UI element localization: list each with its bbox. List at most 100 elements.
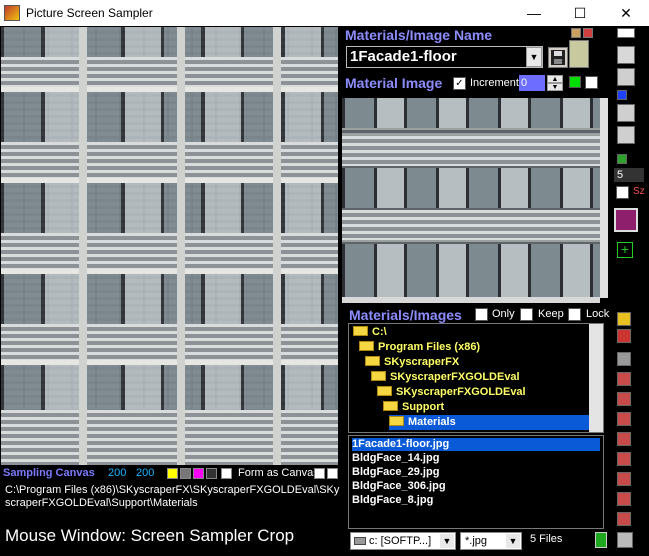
facade-column [273,27,281,465]
spinner-down-icon[interactable]: ▼ [547,83,563,91]
save-icon[interactable] [548,47,568,68]
folder-tree[interactable]: C:\ Program Files (x86) SKyscraperFX SKy… [348,323,604,433]
dropdown-arrow-icon[interactable]: ▼ [526,47,542,67]
edit-icon[interactable] [571,28,581,38]
tool-icon[interactable] [617,392,631,406]
tool-icon[interactable] [617,452,631,466]
drive-select-value: c: [SOFTP...] [369,535,432,547]
settings-icon[interactable] [617,532,633,548]
green-status-icon[interactable] [569,76,581,88]
close-button[interactable]: ✕ [603,0,649,26]
delete-icon[interactable] [583,28,593,38]
film-icon[interactable] [569,40,589,68]
tree-scrollbar[interactable] [589,324,603,432]
file-count: 5 Files [530,533,563,545]
tree-item[interactable]: SKyscraperFXGOLDEval [371,370,520,385]
tool-icon[interactable] [617,432,631,446]
dropdown-arrow-icon[interactable]: ▼ [506,534,520,548]
tree-item-label: SKyscraperFX [384,356,460,368]
minimize-button[interactable]: — [511,0,557,26]
extension-select-value: *.jpg [465,535,488,547]
new-icon[interactable] [617,28,635,38]
tool-icon[interactable] [617,492,631,506]
sampling-width[interactable]: 200 [108,467,126,479]
file-item[interactable]: BldgFace_29.jpg [352,466,600,479]
add-green-icon[interactable] [617,46,635,64]
tree-item[interactable]: Support [383,400,444,415]
spinner-up-icon[interactable]: ▲ [547,75,563,83]
materials-name-header: Materials/Image Name [345,27,493,43]
canvas-option-box[interactable] [314,468,325,479]
tree-item-label: SKyscraperFXGOLDEval [390,371,520,383]
material-image-checkbox[interactable]: ✓ [453,77,466,90]
keep-checkbox[interactable] [520,308,533,321]
image-tool-icon[interactable] [617,352,631,366]
facade-railing [1,324,338,360]
only-label: Only [492,308,515,320]
duplicate-icon[interactable] [617,126,635,144]
tree-item[interactable]: C:\ [353,325,387,340]
tree-item-label: Materials [408,416,456,428]
file-item-selected[interactable]: 1Facade1-floor.jpg [352,438,600,451]
color-blue-icon[interactable] [617,90,627,100]
lock-checkbox[interactable] [568,308,581,321]
preview-vertical-scrollbar[interactable] [600,98,608,298]
tree-item[interactable]: Program Files (x86) [359,340,480,355]
tree-item[interactable]: SKyscraperFX [365,355,459,370]
tree-item[interactable]: SKyscraperFXGOLDEval [377,385,526,400]
size-input[interactable]: 5 [614,168,644,182]
folder-icon [383,401,398,411]
tree-item-selected[interactable]: Materials [389,415,589,430]
facade-railing [1,142,338,178]
current-path: C:\Program Files (x86)\SKyscraperFX\SKys… [5,484,340,510]
copy-icon[interactable] [617,104,635,122]
drive-select[interactable]: c: [SOFTP...] ▼ [350,532,456,550]
tree-item-label: C:\ [372,326,387,338]
yellow-swatch[interactable] [167,468,178,479]
only-checkbox[interactable] [475,308,488,321]
paste-icon[interactable] [617,68,635,86]
material-image-preview[interactable] [342,98,606,298]
facade-windows [1,274,338,324]
window-title: Picture Screen Sampler [26,6,153,20]
tool-icon[interactable] [617,472,631,486]
material-name-select[interactable]: 1Facade1-floor [346,46,543,68]
preview-horizontal-scrollbar[interactable] [342,297,600,303]
tree-item-label: SKyscraperFXGOLDEval [396,386,526,398]
app-icon [4,5,20,21]
tool-icon[interactable] [617,372,631,386]
facade-column [177,27,185,465]
file-list[interactable]: 1Facade1-floor.jpg BldgFace_14.jpg BldgF… [348,435,604,529]
magenta-swatch[interactable] [193,468,204,479]
folder-icon [371,371,386,381]
extension-select[interactable]: *.jpg ▼ [460,532,522,550]
dropdown-arrow-icon[interactable]: ▼ [440,534,454,548]
tool-icon[interactable] [617,412,631,426]
folder-icon [389,416,404,426]
sampling-canvas[interactable] [1,27,338,465]
add-material-icon[interactable] [617,312,631,326]
maximize-button[interactable]: ☐ [557,0,603,26]
increment-input[interactable]: 0 [519,75,545,91]
sampling-bar: Sampling Canvas 200 200 Form as Canvas [1,466,338,482]
gray-swatch[interactable] [180,468,191,479]
image-option-checkbox[interactable] [585,76,598,89]
file-item[interactable]: BldgFace_306.jpg [352,480,600,493]
facade-windows [1,92,338,142]
sampling-canvas-label: Sampling Canvas [3,467,95,479]
plus-icon[interactable]: + [617,242,633,258]
dark-swatch[interactable] [206,468,217,479]
remove-material-icon[interactable] [617,329,631,343]
sampling-height[interactable]: 200 [136,467,154,479]
file-item[interactable]: BldgFace_8.jpg [352,494,600,507]
file-item[interactable]: BldgFace_14.jpg [352,452,600,465]
path-text: C:\Program Files (x86)\SKyscraperFX\SKys… [5,484,340,509]
size-checkbox[interactable] [616,186,629,199]
form-as-canvas-checkbox[interactable] [221,468,232,479]
paint-brush-icon[interactable] [614,208,638,232]
canvas-option-box[interactable] [327,468,338,479]
lock-label: Lock [586,308,610,320]
green-small-icon[interactable] [617,154,627,164]
tool-icon[interactable] [617,512,631,526]
facade-railing [1,410,338,465]
